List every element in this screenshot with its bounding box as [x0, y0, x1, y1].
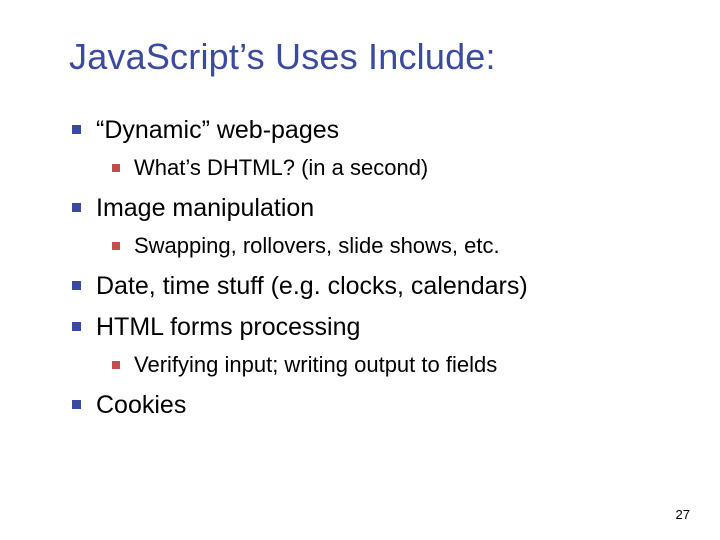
list-item-text: What’s DHTML? (in a second) — [134, 155, 428, 180]
list-item: What’s DHTML? (in a second) — [112, 152, 680, 184]
list-item-text: Swapping, rollovers, slide shows, etc. — [134, 233, 500, 258]
list-item: HTML forms processing Verifying input; w… — [72, 309, 680, 381]
page-number: 27 — [676, 507, 690, 522]
bullet-list: “Dynamic” web-pages What’s DHTML? (in a … — [72, 112, 680, 423]
list-item-text: Image manipulation — [96, 194, 314, 222]
list-item: Image manipulation Swapping, rollovers, … — [72, 190, 680, 262]
list-item: “Dynamic” web-pages What’s DHTML? (in a … — [72, 112, 680, 184]
list-item-text: Date, time stuff (e.g. clocks, calendars… — [96, 272, 528, 300]
sub-list: What’s DHTML? (in a second) — [112, 152, 680, 184]
list-item: Date, time stuff (e.g. clocks, calendars… — [72, 268, 680, 304]
list-item: Verifying input; writing output to field… — [112, 349, 680, 381]
list-item-text: HTML forms processing — [96, 313, 360, 341]
list-item: Cookies — [72, 387, 680, 423]
slide: JavaScript’s Uses Include: “Dynamic” web… — [0, 0, 720, 540]
list-item: Swapping, rollovers, slide shows, etc. — [112, 230, 680, 262]
sub-list: Swapping, rollovers, slide shows, etc. — [112, 230, 680, 262]
list-item-text: Cookies — [96, 391, 186, 419]
list-item-text: Verifying input; writing output to field… — [134, 352, 497, 377]
sub-list: Verifying input; writing output to field… — [112, 349, 680, 381]
slide-title: JavaScript’s Uses Include: — [69, 36, 680, 78]
list-item-text: “Dynamic” web-pages — [96, 116, 339, 144]
